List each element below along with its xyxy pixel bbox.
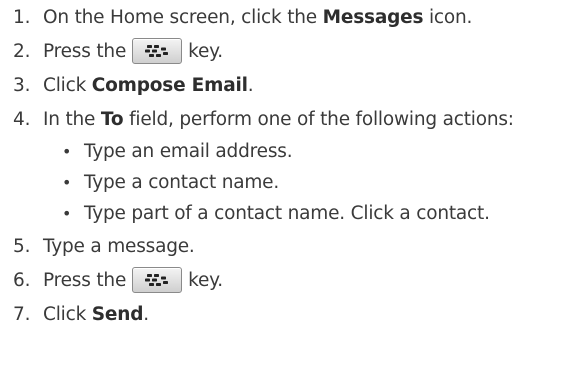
step-text: Type a message. <box>43 235 195 257</box>
step-text: Click Compose Email. <box>43 74 254 96</box>
step-text-suffix: key. <box>188 269 223 291</box>
step-number: 3. <box>13 74 31 96</box>
step-text: In the To field, perform one of the foll… <box>43 108 514 130</box>
step-6: 6. Press the key. <box>0 263 578 297</box>
bullet-item: • Type part of a contact name. Click a c… <box>0 198 578 229</box>
step-3: 3. Click Compose Email. <box>0 68 578 102</box>
step-number: 2. <box>13 40 31 62</box>
bullet-text: Type a contact name. <box>84 172 280 193</box>
bullet-glyph: • <box>62 142 72 161</box>
step-number: 4. <box>13 108 31 130</box>
menu-key-icon <box>132 267 183 293</box>
bullet-glyph: • <box>62 173 72 192</box>
step-number: 7. <box>13 303 31 325</box>
step-number: 6. <box>13 269 31 291</box>
menu-key-icon <box>132 38 183 64</box>
step-5: 5. Type a message. <box>0 229 578 263</box>
instruction-list: 1. On the Home screen, click the Message… <box>0 0 578 365</box>
bullet-item: • Type a contact name. <box>0 167 578 198</box>
bullet-text: Type an email address. <box>84 141 293 162</box>
compose-email-label: Compose Email <box>91 74 248 96</box>
bullet-text: Type part of a contact name. Click a con… <box>84 203 490 224</box>
step-number: 1. <box>13 6 31 28</box>
to-field-label: To <box>100 108 124 130</box>
step-text: On the Home screen, click the Messages i… <box>43 6 473 28</box>
bullet-glyph: • <box>62 204 72 223</box>
step-text: Press the <box>43 40 127 62</box>
step-1: 1. On the Home screen, click the Message… <box>0 0 578 34</box>
messages-label: Messages <box>322 6 424 28</box>
step-4: 4. In the To field, perform one of the f… <box>0 102 578 136</box>
step-text: Click Send. <box>43 303 149 325</box>
step-number: 5. <box>13 235 31 257</box>
step-text: Press the <box>43 269 127 291</box>
step-7: 7. Click Send. <box>0 297 578 331</box>
bullet-item: • Type an email address. <box>0 136 578 167</box>
step-2: 2. Press the key. <box>0 34 578 68</box>
send-label: Send <box>91 303 144 325</box>
step-text-suffix: key. <box>188 40 223 62</box>
